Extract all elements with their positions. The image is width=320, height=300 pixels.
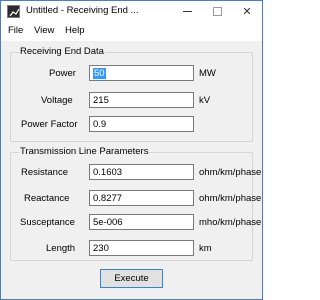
- power-label: Power: [49, 68, 76, 79]
- title-bar[interactable]: Untitled - Receiving End ... ✕: [1, 1, 262, 22]
- voltage-value: 215: [93, 95, 109, 106]
- receiving-end-group-title: Receiving End Data: [19, 46, 105, 57]
- close-icon: ✕: [242, 5, 252, 18]
- window-title: Untitled - Receiving End ...: [26, 5, 139, 16]
- line-params-group-title: Transmission Line Parameters: [19, 146, 150, 157]
- menu-file[interactable]: File: [8, 25, 23, 36]
- reactance-label: Reactance: [24, 193, 70, 204]
- close-button[interactable]: ✕: [232, 1, 262, 22]
- reactance-value: 0.8277: [93, 193, 123, 204]
- power-value: 50: [93, 68, 106, 79]
- length-input[interactable]: 230: [89, 240, 194, 256]
- susceptance-label: Susceptance: [20, 217, 75, 228]
- voltage-unit: kV: [199, 95, 211, 106]
- maximize-icon: [212, 7, 222, 16]
- power-factor-input[interactable]: 0.9: [89, 116, 194, 132]
- voltage-input[interactable]: 215: [89, 92, 194, 108]
- menu-view[interactable]: View: [34, 25, 54, 36]
- power-input[interactable]: 50: [89, 65, 194, 81]
- power-unit: MW: [199, 68, 216, 79]
- resistance-label: Resistance: [21, 167, 68, 178]
- menu-bar: File View Help: [1, 22, 262, 41]
- susceptance-input[interactable]: 5e-006: [89, 214, 194, 230]
- execute-button[interactable]: Execute: [100, 269, 163, 288]
- receiving-end-group: Receiving End Data Power 50 MW Voltage 2…: [10, 46, 253, 142]
- voltage-label: Voltage: [41, 95, 73, 106]
- length-value: 230: [93, 243, 109, 254]
- menu-help[interactable]: Help: [65, 25, 85, 36]
- reactance-unit: ohm/km/phase: [199, 193, 262, 204]
- resistance-input[interactable]: 0.1603: [89, 164, 194, 180]
- maximize-button[interactable]: [202, 1, 232, 22]
- susceptance-value: 5e-006: [93, 217, 123, 228]
- length-unit: km: [199, 243, 212, 254]
- reactance-input[interactable]: 0.8277: [89, 190, 194, 206]
- length-label: Length: [46, 243, 76, 254]
- resistance-value: 0.1603: [93, 167, 123, 178]
- susceptance-unit: mho/km/phase: [199, 217, 262, 228]
- line-params-group: Transmission Line Parameters Resistance …: [10, 146, 261, 261]
- resistance-unit: ohm/km/phase: [199, 167, 262, 178]
- chart-app-icon: [7, 5, 20, 18]
- minimize-button[interactable]: [172, 1, 202, 22]
- app-window: Untitled - Receiving End ... ✕ File View…: [0, 0, 263, 300]
- minimize-icon: [182, 11, 192, 12]
- power-factor-value: 0.9: [93, 119, 107, 130]
- power-factor-label: Power Factor: [21, 119, 78, 130]
